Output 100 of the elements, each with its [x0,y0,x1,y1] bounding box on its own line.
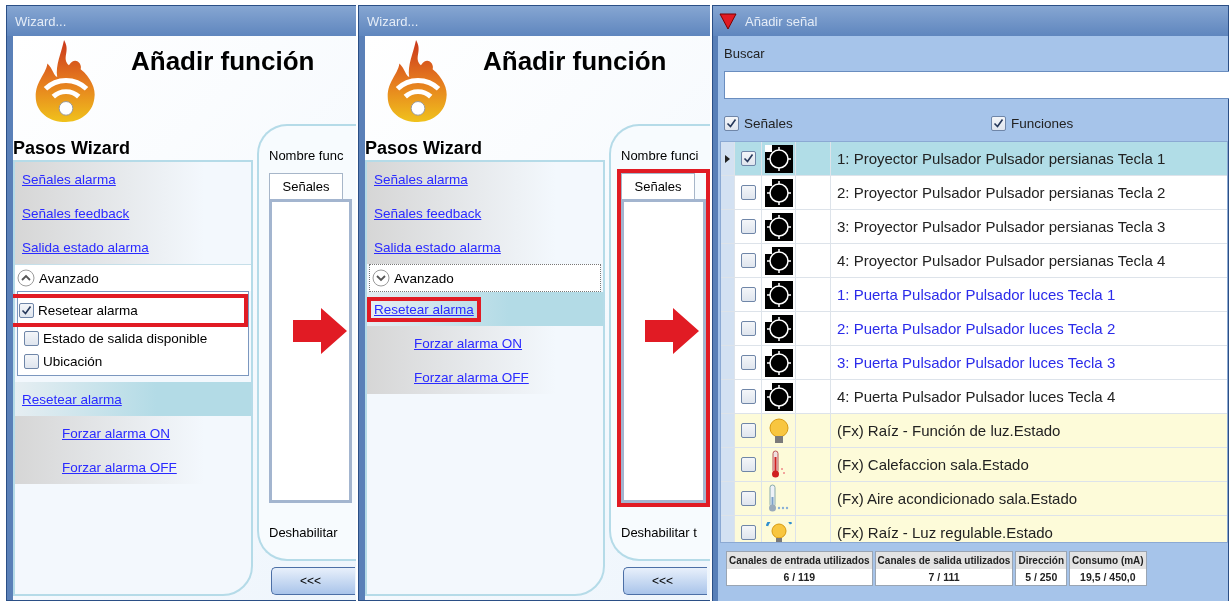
list-row[interactable]: (Fx) Raíz - Luz regulable.Estado [721,516,1227,542]
row-label: 2: Proyector Pulsador Pulsador persianas Tecla 2 [836,183,1167,203]
row-label: 4: Proyector Pulsador Pulsador persianas Tecla 4 [836,251,1167,271]
row-label: (Fx) Calefaccion sala.Estado [836,455,1030,475]
field-label: Nombre func [269,148,345,163]
row-label: 4: Puerta Pulsador Pulsador luces Tecla 4 [836,387,1117,407]
steps-heading: Pasos Wizard [13,138,131,160]
filter-checkbox[interactable] [991,115,1006,131]
step-link[interactable]: Forzar alarma OFF [414,369,529,385]
column-header: Canales de entrada utilizados [727,552,872,569]
row-checkbox[interactable] [740,219,756,234]
list-row[interactable]: 2: Puerta Pulsador Pulsador luces Tecla 2 [721,312,1227,346]
thermometer-icon [768,484,789,513]
wizard-heading: Añadir función [483,46,667,78]
chevron-down-icon[interactable] [372,269,390,287]
step-row[interactable]: Resetear alarma [367,292,603,326]
list-row[interactable]: 4: Proyector Pulsador Pulsador persianas Tecla 4 [721,244,1227,278]
chevron-up-icon[interactable] [17,269,35,287]
expander-header[interactable]: Avanzado [15,264,251,291]
step-link[interactable]: Señales alarma [22,171,116,187]
step-link[interactable]: Forzar alarma ON [62,425,171,441]
row-checkbox[interactable] [740,253,756,268]
pushbutton-icon [764,178,793,207]
list-row[interactable]: (Fx) Aire acondicionado sala.Estado [721,482,1227,516]
table-cell: 5 / 250 [1016,569,1066,585]
step-link[interactable]: Salida estado alarma [22,239,149,255]
window-title: Añadir señal [745,13,818,29]
expander-header[interactable]: Avanzado [369,264,601,292]
checkbox-label: Ubicación [43,354,103,369]
row-label: (Fx) Raíz - Luz regulable.Estado [836,523,1054,542]
column-header: Dirección [1016,552,1066,569]
tab[interactable]: Señales [621,173,695,199]
pushbutton-icon [764,280,793,309]
row-label: 3: Proyector Pulsador Pulsador persianas Tecla 3 [836,217,1167,237]
light-bulb-icon [768,417,789,444]
column-header: Consumo (mA) [1070,552,1146,569]
step-link[interactable]: Señales feedback [22,205,130,221]
pushbutton-icon [764,144,793,173]
checkbox[interactable] [24,331,39,346]
triangle-icon [719,12,737,30]
row-checkbox[interactable] [740,151,756,166]
step-link[interactable]: Salida estado alarma [374,239,501,255]
row-label: (Fx) Aire acondicionado sala.Estado [836,489,1079,509]
dimmer-bulb-icon [765,521,792,542]
list-row[interactable]: 1: Puerta Pulsador Pulsador luces Tecla 1 [721,278,1227,312]
row-checkbox[interactable] [740,185,756,200]
pushbutton-icon [764,348,793,377]
checkbox-label: Resetear alarma [38,303,138,318]
window-title: Wizard... [367,13,419,29]
list-row[interactable]: 3: Proyector Pulsador Pulsador persianas Tecla 3 [721,210,1227,244]
row-checkbox[interactable] [740,423,756,438]
table-cell: 6 / 119 [727,569,872,585]
row-checkbox[interactable] [740,287,756,302]
back-button[interactable]: <<< [623,567,707,595]
window-title: Wizard... [15,13,67,29]
row-checkbox[interactable] [740,389,756,404]
list-row[interactable]: 3: Puerta Pulsador Pulsador luces Tecla 3 [721,346,1227,380]
pushbutton-icon [764,314,793,343]
step-link[interactable]: Forzar alarma ON [414,335,523,351]
pushbutton-icon [764,212,793,241]
search-label: Buscar [724,46,766,61]
steps-heading: Pasos Wizard [365,138,483,160]
option-label: Deshabilitar [269,525,339,540]
step-link[interactable]: Forzar alarma OFF [62,459,177,475]
row-checkbox[interactable] [740,321,756,336]
list-row[interactable]: 1: Proyector Pulsador Pulsador persianas Tecla 1 [721,142,1227,176]
list-row[interactable]: (Fx) Raíz - Función de luz.Estado [721,414,1227,448]
checkbox[interactable] [19,303,34,318]
row-label: 2: Puerta Pulsador Pulsador luces Tecla 2 [836,319,1117,339]
pushbutton-icon [764,382,793,411]
step-link[interactable]: Resetear alarma [22,391,122,407]
row-checkbox[interactable] [740,355,756,370]
back-button[interactable]: <<< [271,567,355,595]
checkbox-label: Funciones [1011,115,1074,131]
step-link[interactable]: Señales feedback [374,205,482,221]
table-cell: 19,5 / 450,0 [1070,569,1146,585]
row-label: 3: Puerta Pulsador Pulsador luces Tecla 3 [836,353,1117,373]
checkbox[interactable] [24,354,39,369]
field-label: Nombre funci [621,148,700,163]
row-label: 1: Puerta Pulsador Pulsador luces Tecla 1 [836,285,1117,305]
row-pointer-icon [725,154,730,163]
tab[interactable]: Señales [269,173,343,199]
expander-label: Avanzado [394,270,454,286]
expander-label: Avanzado [39,270,99,286]
list-row[interactable]: 2: Proyector Pulsador Pulsador persianas Tecla 2 [721,176,1227,210]
filter-checkbox[interactable] [724,115,739,131]
step-link[interactable]: Resetear alarma [374,301,474,317]
step-row[interactable]: Resetear alarma [15,382,251,416]
row-checkbox[interactable] [740,491,756,506]
row-checkbox[interactable] [740,525,756,540]
list-row[interactable]: (Fx) Calefaccion sala.Estado [721,448,1227,482]
search-field[interactable] [724,71,1229,99]
option-label: Deshabilitar t [621,525,698,540]
table-cell: 7 / 111 [875,569,1013,585]
checkbox-label: Señales [744,115,793,131]
step-link[interactable]: Señales alarma [374,171,468,187]
row-label: 1: Proyector Pulsador Pulsador persianas Tecla 1 [836,149,1167,169]
checkbox-label: Estado de salida disponible [43,331,208,346]
row-checkbox[interactable] [740,457,756,472]
row-label: (Fx) Raíz - Función de luz.Estado [836,421,1062,441]
